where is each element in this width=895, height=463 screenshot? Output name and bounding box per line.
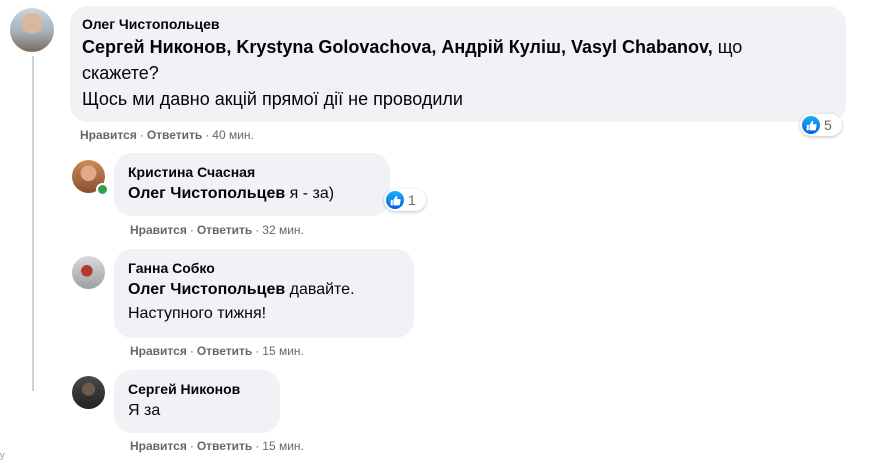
comment-author[interactable]: Сергей Никонов [128,381,266,397]
comment-text: Я за [128,402,161,419]
comment-time[interactable]: 15 мин. [262,439,304,453]
comment-4: Сергей Никонов Я за Нравится · Ответить · 15… [0,0,895,463]
comment-bubble: Сергей Никонов Я за [114,370,280,433]
reply-button[interactable]: Ответить [197,439,252,453]
like-button[interactable]: Нравится [130,439,187,453]
comment-actions: Нравится · Ответить · 15 мин. [130,439,304,453]
avatar-sergey[interactable] [72,376,105,409]
edge-fragment-text: y [0,450,5,460]
